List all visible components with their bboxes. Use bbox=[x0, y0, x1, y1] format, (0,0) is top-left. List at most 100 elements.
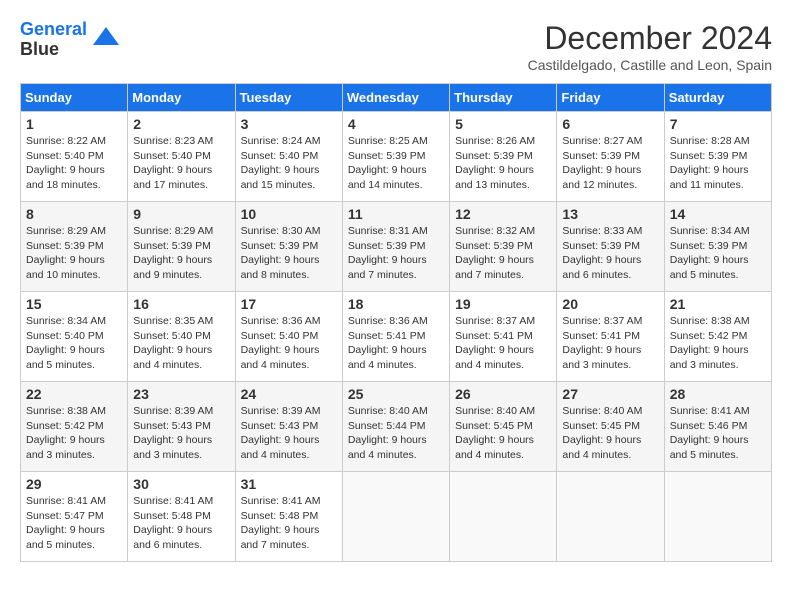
day-number: 15 bbox=[26, 296, 122, 312]
calendar-cell: 22 Sunrise: 8:38 AM Sunset: 5:42 PM Dayl… bbox=[21, 382, 128, 472]
day-number: 30 bbox=[133, 476, 229, 492]
day-number: 21 bbox=[670, 296, 766, 312]
calendar-cell: 24 Sunrise: 8:39 AM Sunset: 5:43 PM Dayl… bbox=[235, 382, 342, 472]
month-title: December 2024 bbox=[528, 20, 772, 57]
weekday-header: Wednesday bbox=[342, 84, 449, 112]
day-number: 27 bbox=[562, 386, 658, 402]
calendar-cell: 11 Sunrise: 8:31 AM Sunset: 5:39 PM Dayl… bbox=[342, 202, 449, 292]
weekday-header: Monday bbox=[128, 84, 235, 112]
day-number: 16 bbox=[133, 296, 229, 312]
calendar-week-row: 22 Sunrise: 8:38 AM Sunset: 5:42 PM Dayl… bbox=[21, 382, 772, 472]
calendar-cell: 25 Sunrise: 8:40 AM Sunset: 5:44 PM Dayl… bbox=[342, 382, 449, 472]
day-number: 23 bbox=[133, 386, 229, 402]
day-number: 2 bbox=[133, 116, 229, 132]
calendar-week-row: 29 Sunrise: 8:41 AM Sunset: 5:47 PM Dayl… bbox=[21, 472, 772, 562]
day-number: 19 bbox=[455, 296, 551, 312]
day-info: Sunrise: 8:40 AM Sunset: 5:44 PM Dayligh… bbox=[348, 404, 444, 463]
day-info: Sunrise: 8:27 AM Sunset: 5:39 PM Dayligh… bbox=[562, 134, 658, 193]
day-info: Sunrise: 8:23 AM Sunset: 5:40 PM Dayligh… bbox=[133, 134, 229, 193]
day-info: Sunrise: 8:37 AM Sunset: 5:41 PM Dayligh… bbox=[455, 314, 551, 373]
day-number: 14 bbox=[670, 206, 766, 222]
calendar-cell: 21 Sunrise: 8:38 AM Sunset: 5:42 PM Dayl… bbox=[664, 292, 771, 382]
calendar-cell: 3 Sunrise: 8:24 AM Sunset: 5:40 PM Dayli… bbox=[235, 112, 342, 202]
weekday-header: Friday bbox=[557, 84, 664, 112]
day-number: 12 bbox=[455, 206, 551, 222]
day-info: Sunrise: 8:36 AM Sunset: 5:41 PM Dayligh… bbox=[348, 314, 444, 373]
calendar-cell: 23 Sunrise: 8:39 AM Sunset: 5:43 PM Dayl… bbox=[128, 382, 235, 472]
day-number: 24 bbox=[241, 386, 337, 402]
calendar-cell bbox=[450, 472, 557, 562]
calendar-cell: 13 Sunrise: 8:33 AM Sunset: 5:39 PM Dayl… bbox=[557, 202, 664, 292]
day-number: 20 bbox=[562, 296, 658, 312]
day-number: 13 bbox=[562, 206, 658, 222]
logo-icon bbox=[91, 25, 121, 55]
calendar-cell: 29 Sunrise: 8:41 AM Sunset: 5:47 PM Dayl… bbox=[21, 472, 128, 562]
day-info: Sunrise: 8:31 AM Sunset: 5:39 PM Dayligh… bbox=[348, 224, 444, 283]
calendar-cell: 9 Sunrise: 8:29 AM Sunset: 5:39 PM Dayli… bbox=[128, 202, 235, 292]
day-info: Sunrise: 8:34 AM Sunset: 5:39 PM Dayligh… bbox=[670, 224, 766, 283]
day-info: Sunrise: 8:35 AM Sunset: 5:40 PM Dayligh… bbox=[133, 314, 229, 373]
calendar-cell: 16 Sunrise: 8:35 AM Sunset: 5:40 PM Dayl… bbox=[128, 292, 235, 382]
calendar-cell: 15 Sunrise: 8:34 AM Sunset: 5:40 PM Dayl… bbox=[21, 292, 128, 382]
day-number: 26 bbox=[455, 386, 551, 402]
day-number: 29 bbox=[26, 476, 122, 492]
calendar-cell: 14 Sunrise: 8:34 AM Sunset: 5:39 PM Dayl… bbox=[664, 202, 771, 292]
day-info: Sunrise: 8:41 AM Sunset: 5:48 PM Dayligh… bbox=[241, 494, 337, 553]
title-block: December 2024 Castildelgado, Castille an… bbox=[528, 20, 772, 73]
day-number: 17 bbox=[241, 296, 337, 312]
day-info: Sunrise: 8:37 AM Sunset: 5:41 PM Dayligh… bbox=[562, 314, 658, 373]
weekday-header: Sunday bbox=[21, 84, 128, 112]
day-info: Sunrise: 8:41 AM Sunset: 5:47 PM Dayligh… bbox=[26, 494, 122, 553]
day-number: 6 bbox=[562, 116, 658, 132]
calendar-week-row: 1 Sunrise: 8:22 AM Sunset: 5:40 PM Dayli… bbox=[21, 112, 772, 202]
calendar-cell: 7 Sunrise: 8:28 AM Sunset: 5:39 PM Dayli… bbox=[664, 112, 771, 202]
day-number: 11 bbox=[348, 206, 444, 222]
day-info: Sunrise: 8:39 AM Sunset: 5:43 PM Dayligh… bbox=[133, 404, 229, 463]
calendar-cell: 27 Sunrise: 8:40 AM Sunset: 5:45 PM Dayl… bbox=[557, 382, 664, 472]
calendar-cell: 28 Sunrise: 8:41 AM Sunset: 5:46 PM Dayl… bbox=[664, 382, 771, 472]
calendar-cell: 20 Sunrise: 8:37 AM Sunset: 5:41 PM Dayl… bbox=[557, 292, 664, 382]
day-number: 4 bbox=[348, 116, 444, 132]
calendar-cell bbox=[557, 472, 664, 562]
day-info: Sunrise: 8:29 AM Sunset: 5:39 PM Dayligh… bbox=[26, 224, 122, 283]
page-header: GeneralBlue December 2024 Castildelgado,… bbox=[20, 20, 772, 73]
calendar-table: SundayMondayTuesdayWednesdayThursdayFrid… bbox=[20, 83, 772, 562]
calendar-cell bbox=[342, 472, 449, 562]
calendar-cell: 5 Sunrise: 8:26 AM Sunset: 5:39 PM Dayli… bbox=[450, 112, 557, 202]
day-info: Sunrise: 8:25 AM Sunset: 5:39 PM Dayligh… bbox=[348, 134, 444, 193]
calendar-cell: 18 Sunrise: 8:36 AM Sunset: 5:41 PM Dayl… bbox=[342, 292, 449, 382]
day-number: 28 bbox=[670, 386, 766, 402]
day-info: Sunrise: 8:33 AM Sunset: 5:39 PM Dayligh… bbox=[562, 224, 658, 283]
calendar-cell: 4 Sunrise: 8:25 AM Sunset: 5:39 PM Dayli… bbox=[342, 112, 449, 202]
day-number: 10 bbox=[241, 206, 337, 222]
day-info: Sunrise: 8:38 AM Sunset: 5:42 PM Dayligh… bbox=[670, 314, 766, 373]
weekday-header: Tuesday bbox=[235, 84, 342, 112]
day-info: Sunrise: 8:29 AM Sunset: 5:39 PM Dayligh… bbox=[133, 224, 229, 283]
logo: GeneralBlue bbox=[20, 20, 121, 60]
calendar-cell: 31 Sunrise: 8:41 AM Sunset: 5:48 PM Dayl… bbox=[235, 472, 342, 562]
day-info: Sunrise: 8:24 AM Sunset: 5:40 PM Dayligh… bbox=[241, 134, 337, 193]
day-info: Sunrise: 8:36 AM Sunset: 5:40 PM Dayligh… bbox=[241, 314, 337, 373]
day-info: Sunrise: 8:38 AM Sunset: 5:42 PM Dayligh… bbox=[26, 404, 122, 463]
calendar-header-row: SundayMondayTuesdayWednesdayThursdayFrid… bbox=[21, 84, 772, 112]
calendar-cell: 6 Sunrise: 8:27 AM Sunset: 5:39 PM Dayli… bbox=[557, 112, 664, 202]
day-info: Sunrise: 8:39 AM Sunset: 5:43 PM Dayligh… bbox=[241, 404, 337, 463]
day-number: 1 bbox=[26, 116, 122, 132]
day-info: Sunrise: 8:22 AM Sunset: 5:40 PM Dayligh… bbox=[26, 134, 122, 193]
day-number: 5 bbox=[455, 116, 551, 132]
day-info: Sunrise: 8:28 AM Sunset: 5:39 PM Dayligh… bbox=[670, 134, 766, 193]
day-number: 9 bbox=[133, 206, 229, 222]
calendar-week-row: 8 Sunrise: 8:29 AM Sunset: 5:39 PM Dayli… bbox=[21, 202, 772, 292]
day-info: Sunrise: 8:40 AM Sunset: 5:45 PM Dayligh… bbox=[455, 404, 551, 463]
calendar-cell bbox=[664, 472, 771, 562]
calendar-cell: 30 Sunrise: 8:41 AM Sunset: 5:48 PM Dayl… bbox=[128, 472, 235, 562]
calendar-week-row: 15 Sunrise: 8:34 AM Sunset: 5:40 PM Dayl… bbox=[21, 292, 772, 382]
day-number: 25 bbox=[348, 386, 444, 402]
day-info: Sunrise: 8:41 AM Sunset: 5:46 PM Dayligh… bbox=[670, 404, 766, 463]
weekday-header: Thursday bbox=[450, 84, 557, 112]
day-info: Sunrise: 8:30 AM Sunset: 5:39 PM Dayligh… bbox=[241, 224, 337, 283]
day-number: 8 bbox=[26, 206, 122, 222]
day-number: 18 bbox=[348, 296, 444, 312]
calendar-cell: 2 Sunrise: 8:23 AM Sunset: 5:40 PM Dayli… bbox=[128, 112, 235, 202]
day-number: 22 bbox=[26, 386, 122, 402]
